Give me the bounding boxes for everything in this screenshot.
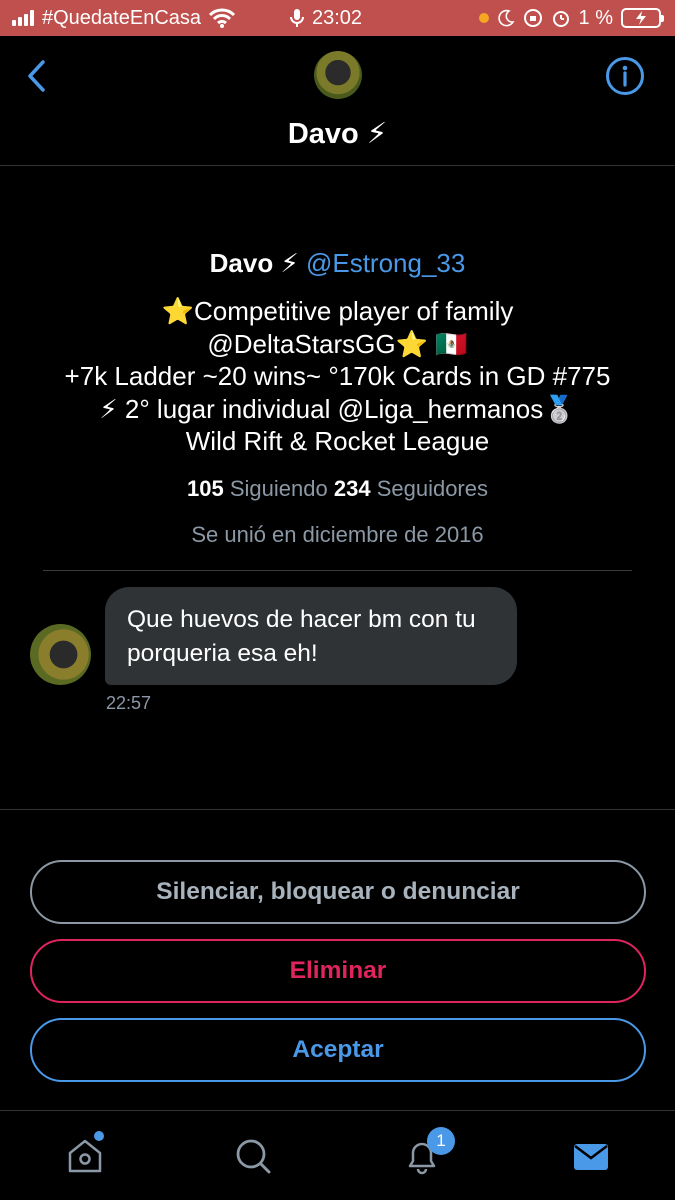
info-icon (606, 57, 644, 95)
moon-icon (497, 9, 515, 27)
profile-name-line: Davo ⚡ @Estrong_33 (0, 245, 675, 281)
notifications-badge: 1 (427, 1127, 455, 1155)
home-icon (68, 1139, 102, 1173)
followers-link[interactable]: 234 Seguidores (334, 476, 488, 501)
following-label: Siguiendo (229, 475, 328, 501)
status-bar: #QuedateEnCasa 23:02 1 % (0, 0, 675, 36)
accept-button[interactable]: Aceptar (30, 1018, 646, 1082)
following-link[interactable]: 105 Siguiendo (187, 476, 328, 501)
chevron-left-icon (28, 60, 45, 92)
following-count: 105 (187, 475, 224, 501)
carrier-label: #QuedateEnCasa (42, 6, 202, 29)
sender-avatar[interactable] (30, 624, 91, 685)
profile-name[interactable]: Davo ⚡ (210, 248, 299, 278)
tab-messages[interactable] (566, 1131, 616, 1181)
tab-home[interactable] (60, 1131, 110, 1181)
delete-button[interactable]: Eliminar (30, 939, 646, 1003)
signal-icon (12, 10, 34, 26)
bio-line: Wild Rift & Rocket League (185, 426, 490, 456)
tab-search[interactable] (228, 1131, 278, 1181)
tab-bar: 1 (0, 1110, 675, 1200)
joined-date: Se unió en diciembre de 2016 (191, 521, 484, 547)
bio-line: ⭐Competitive player of family (161, 296, 514, 326)
search-icon (236, 1139, 271, 1174)
status-center: 23:02 (290, 0, 362, 36)
info-button[interactable] (605, 56, 645, 96)
header-avatar[interactable] (314, 51, 362, 99)
message-timestamp: 22:57 (106, 693, 152, 713)
conversation-header: Davo ⚡ (0, 36, 675, 166)
rotation-lock-icon (523, 9, 542, 27)
message-bubble[interactable]: Que huevos de hacer bm con tu porqueria … (105, 587, 517, 685)
tab-notifications[interactable]: 1 (397, 1127, 455, 1181)
mute-block-report-button[interactable]: Silenciar, bloquear o denunciar (30, 860, 646, 924)
battery-percent: 1 % (578, 6, 613, 29)
alarm-icon (552, 11, 569, 27)
profile-summary: Davo ⚡ @Estrong_33 ⭐Competitive player o… (0, 245, 675, 548)
clock-label: 23:02 (312, 6, 363, 29)
followers-label: Seguidores (376, 475, 488, 501)
back-button[interactable] (18, 56, 54, 96)
bio-line: +7k Ladder ~20 wins~ °170k Cards in GD #… (64, 361, 611, 391)
battery-icon (621, 8, 664, 28)
profile-handle[interactable]: @Estrong_33 (306, 248, 465, 278)
home-new-dot (94, 1131, 104, 1141)
followers-count: 234 (333, 475, 371, 501)
divider (43, 570, 632, 571)
header-title: Davo ⚡ (287, 118, 388, 150)
wifi-icon (209, 8, 236, 28)
status-right: 1 % (478, 0, 664, 36)
mail-icon (574, 1144, 608, 1170)
follow-stats: 105 Siguiendo 234 Seguidores (0, 476, 675, 502)
bio-line: ⚡ 2° lugar individual @Liga_hermanos🥈 (99, 393, 576, 424)
divider (0, 809, 675, 810)
bio-line: @DeltaStarsGG⭐ 🇲🇽 (207, 328, 468, 359)
microphone-icon (290, 9, 304, 27)
status-left: #QuedateEnCasa (12, 0, 236, 36)
orange-dot-icon (478, 13, 489, 23)
profile-bio: ⭐Competitive player of family @DeltaStar… (0, 295, 675, 458)
